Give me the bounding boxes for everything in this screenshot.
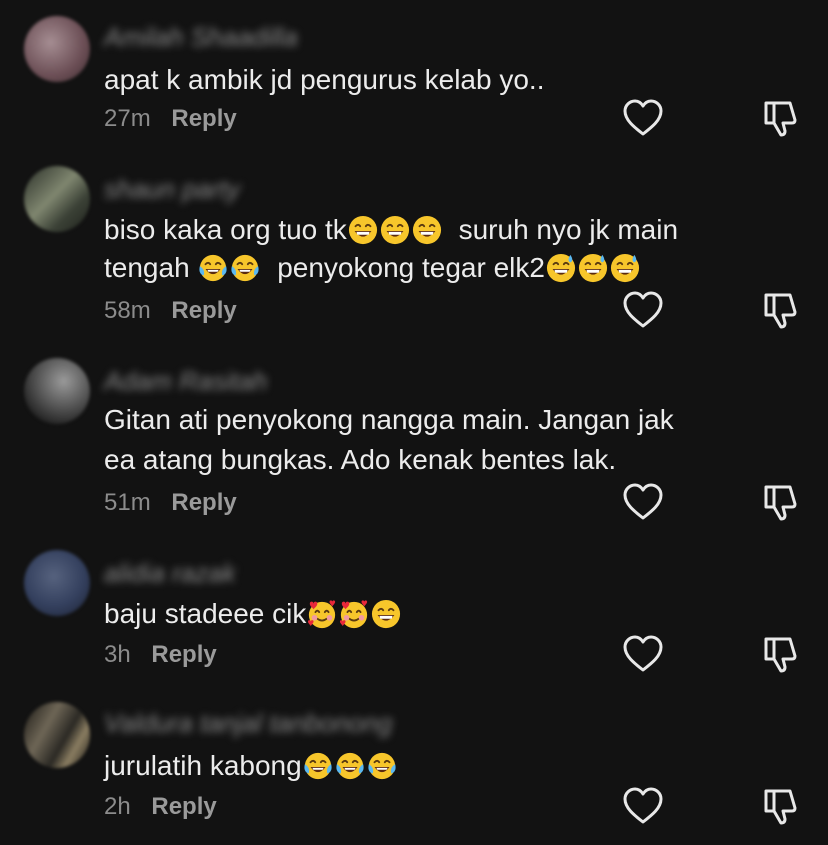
username[interactable]: Adam Rasitah [104,366,267,396]
grinning-squinting-face-emoji [371,599,401,629]
username[interactable]: alidia razak [104,558,236,588]
reply-button[interactable]: Reply [171,489,236,516]
comment-meta: 58m Reply [104,296,237,326]
face-with-tears-of-joy-emoji [198,253,228,283]
username[interactable]: Valdura tanjal tanbonong [104,708,392,738]
thumbs-down-icon[interactable] [760,786,800,826]
avatar[interactable] [24,358,90,424]
reply-button[interactable]: Reply [171,297,236,324]
username[interactable]: Amilah Shaadilla [104,22,298,52]
smiling-face-with-hearts-emoji [339,599,369,629]
username[interactable]: shaun party [104,174,240,204]
smiling-face-with-hearts-emoji [307,599,337,629]
face-with-tears-of-joy-emoji [335,751,365,781]
grinning-face-with-sweat-emoji [578,253,608,283]
comment-text: tengah penyokong tegar elk2 [104,248,744,288]
comment-meta: 27m Reply [104,104,237,134]
comment-text-line: ea atang bungkas. Ado kenak bentes lak. [104,444,617,475]
heart-icon[interactable] [622,786,664,826]
grinning-squinting-face-emoji [380,215,410,245]
reply-button[interactable]: Reply [151,641,216,668]
comment-time: 3h [104,641,131,668]
comment-text-line: biso kaka org tuo tk [104,214,347,245]
avatar[interactable] [24,166,90,232]
thumbs-down-icon[interactable] [760,634,800,674]
comment-text-line: tengah [104,252,190,283]
thumbs-down-icon[interactable] [760,290,800,330]
face-with-tears-of-joy-emoji [230,253,260,283]
grinning-face-with-sweat-emoji [610,253,640,283]
avatar[interactable] [24,16,90,82]
comment-text-line: baju stadeee cik [104,598,307,629]
comment-text-line: Gitan ati penyokong nangga main. Jangan … [104,404,674,435]
comment-time: 27m [104,105,151,132]
comment-text: apat k ambik jd pengurus kelab yo.. [104,60,744,100]
comment-time: 58m [104,297,151,324]
avatar[interactable] [24,550,90,616]
heart-icon[interactable] [622,634,664,674]
heart-icon[interactable] [622,98,664,138]
reply-button[interactable]: Reply [151,793,216,820]
avatar[interactable] [24,702,90,768]
heart-icon[interactable] [622,482,664,522]
comment-text: baju stadeee cik [104,594,744,634]
comment-text: Gitan ati penyokong nangga main. Jangan … [104,400,744,440]
comment-text-line: apat k ambik jd pengurus kelab yo.. [104,64,545,95]
comment-meta: 3h Reply [104,640,217,670]
face-with-tears-of-joy-emoji [303,751,333,781]
grinning-squinting-face-emoji [348,215,378,245]
comment-text-line: suruh nyo jk main [458,214,679,245]
comment-time: 2h [104,793,131,820]
heart-icon[interactable] [622,290,664,330]
thumbs-down-icon[interactable] [760,482,800,522]
grinning-face-with-sweat-emoji [546,253,576,283]
comment-text: ea atang bungkas. Ado kenak bentes lak. [104,440,744,480]
thumbs-down-icon[interactable] [760,98,800,138]
comment-text: jurulatih kabong [104,746,744,786]
reply-button[interactable]: Reply [171,105,236,132]
comment-meta: 2h Reply [104,792,217,822]
comment-text-line: penyokong tegar elk2 [277,252,545,283]
comment-text-line: jurulatih kabong [104,750,302,781]
face-with-tears-of-joy-emoji [367,751,397,781]
comment-time: 51m [104,489,151,516]
comment-list: Amilah Shaadilla apat k ambik jd penguru… [0,0,828,845]
grinning-squinting-face-emoji [412,215,442,245]
comment-meta: 51m Reply [104,488,237,518]
comment-text: biso kaka org tuo tk suruh nyo jk main [104,210,744,250]
